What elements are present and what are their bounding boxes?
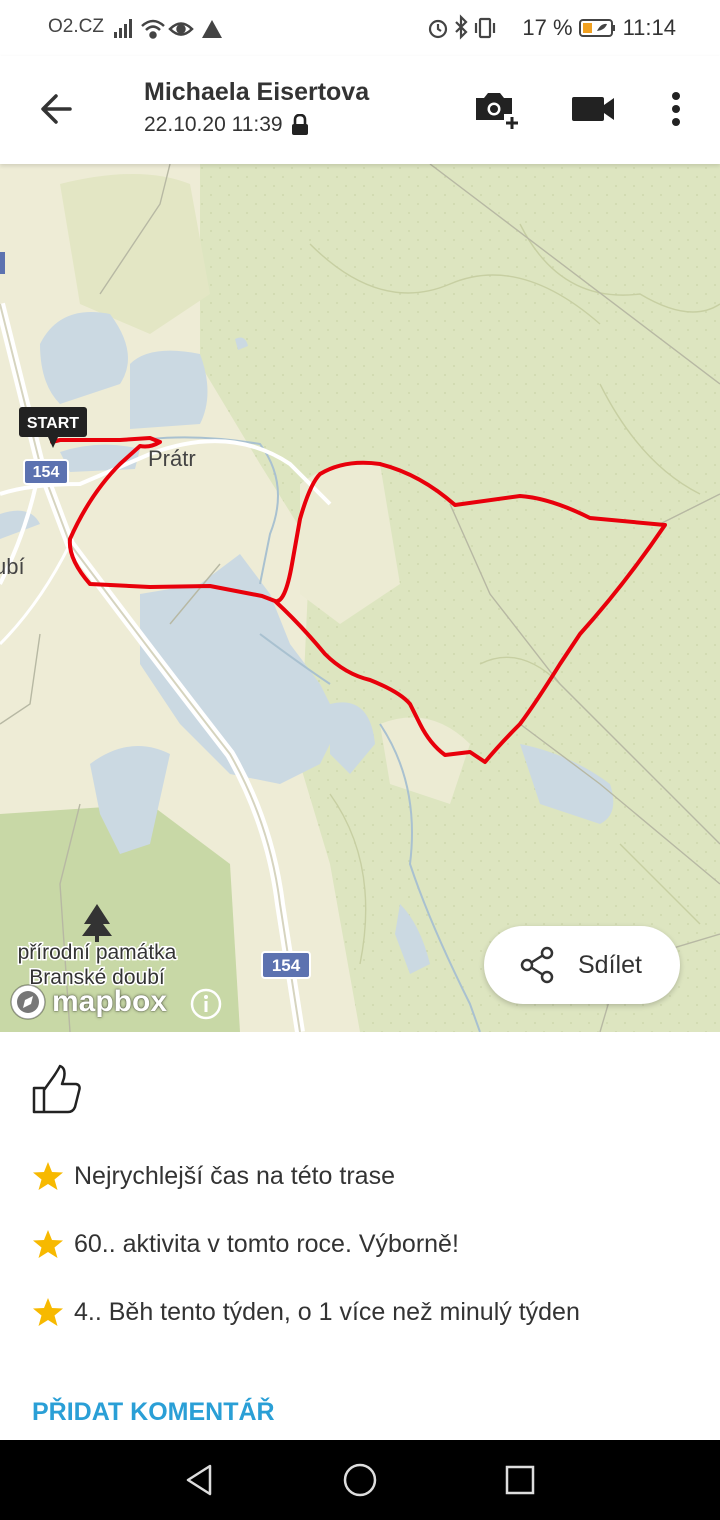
place-label-pratr: Prátr: [148, 446, 196, 471]
start-label: START: [27, 415, 79, 432]
nav-recents-button[interactable]: [500, 1460, 540, 1500]
activity-details: Nejrychlejší čas na této trase 60.. akti…: [0, 1032, 720, 1440]
achievement-item: 4.. Běh tento týden, o 1 více než minulý…: [32, 1296, 580, 1328]
add-comment-button[interactable]: PŘIDAT KOMENTÁŘ: [32, 1398, 275, 1427]
star-icon: [33, 1298, 63, 1326]
battery-percent: 17 %: [522, 15, 573, 40]
mapbox-mark-icon: [10, 984, 46, 1020]
athlete-name: Michaela Eisertova: [144, 78, 370, 106]
bluetooth-icon: [455, 14, 468, 40]
road-shield-1: 154: [23, 459, 69, 485]
signal-icon: [114, 19, 132, 38]
clock: 11:14: [622, 15, 676, 40]
mapbox-logo[interactable]: mapbox: [8, 982, 167, 1022]
share-label: Sdílet: [578, 950, 642, 979]
poi-label-line1: přírodní památka: [18, 941, 177, 964]
star-icon: [33, 1230, 63, 1258]
header-titles: Michaela Eisertova 22.10.20 11:39: [144, 78, 369, 137]
nav-home-icon: [343, 1463, 377, 1497]
more-icon: [672, 92, 680, 126]
alarm-icon: [429, 19, 448, 39]
achievement-item: Nejrychlejší čas na této trase: [32, 1160, 395, 1192]
back-button[interactable]: [30, 82, 84, 136]
nav-home-button[interactable]: [340, 1460, 380, 1500]
carrier-label: O2.CZ: [48, 16, 104, 37]
achievement-item: 60.. aktivita v tomto roce. Výborně!: [32, 1228, 459, 1260]
mapbox-wordmark: mapbox: [52, 985, 168, 1018]
route-map[interactable]: 154 154 START Prátr ubí přírodní památka…: [0, 164, 720, 1032]
edge-marker: [0, 252, 5, 274]
video-icon: [572, 97, 614, 121]
wifi-icon: [141, 19, 165, 39]
more-button[interactable]: [652, 84, 700, 134]
status-right-icons: [429, 14, 496, 40]
share-button[interactable]: Sdílet: [484, 926, 680, 1004]
add-photo-button[interactable]: [470, 84, 520, 134]
battery-icon: [578, 19, 615, 37]
activity-date: 22.10.20 11:39: [144, 113, 369, 137]
status-left-icons: [110, 14, 230, 48]
status-right: 17 % 11:14: [426, 14, 676, 42]
triangle-icon: [202, 20, 222, 38]
eye-icon: [168, 22, 194, 36]
achievement-text: Nejrychlejší čas na této trase: [74, 1161, 395, 1190]
add-photo-icon: [476, 93, 520, 130]
share-icon: [520, 946, 554, 984]
road-shield-1-label: 154: [33, 464, 60, 481]
road-shield-2-label: 154: [272, 956, 301, 975]
back-arrow-icon: [41, 94, 72, 124]
system-nav-bar: [0, 1440, 720, 1520]
map-canvas: 154 154 START Prátr ubí přírodní památka…: [0, 164, 720, 1032]
map-info-button[interactable]: [190, 988, 222, 1025]
video-button[interactable]: [570, 84, 620, 134]
achievement-text: 4.. Běh tento týden, o 1 více než minulý…: [74, 1297, 580, 1326]
nav-recents-icon: [505, 1465, 535, 1495]
activity-datetime: 22.10.20 11:39: [144, 113, 283, 136]
status-bar: O2.CZ 17 % 11:14: [0, 0, 720, 56]
star-icon: [33, 1162, 63, 1190]
thumbs-up-icon: [32, 1064, 81, 1114]
achievement-text: 60.. aktivita v tomto roce. Výborně!: [74, 1229, 459, 1258]
info-icon: [190, 988, 222, 1020]
road-shield-2: 154: [261, 951, 311, 979]
place-label-doubi: ubí: [0, 554, 25, 579]
vibrate-icon: [475, 17, 496, 39]
nav-back-icon: [186, 1464, 212, 1496]
like-button[interactable]: [30, 1062, 84, 1116]
nav-back-button[interactable]: [180, 1460, 220, 1500]
lock-icon: [291, 114, 308, 135]
app-bar: Michaela Eisertova 22.10.20 11:39: [0, 56, 720, 164]
